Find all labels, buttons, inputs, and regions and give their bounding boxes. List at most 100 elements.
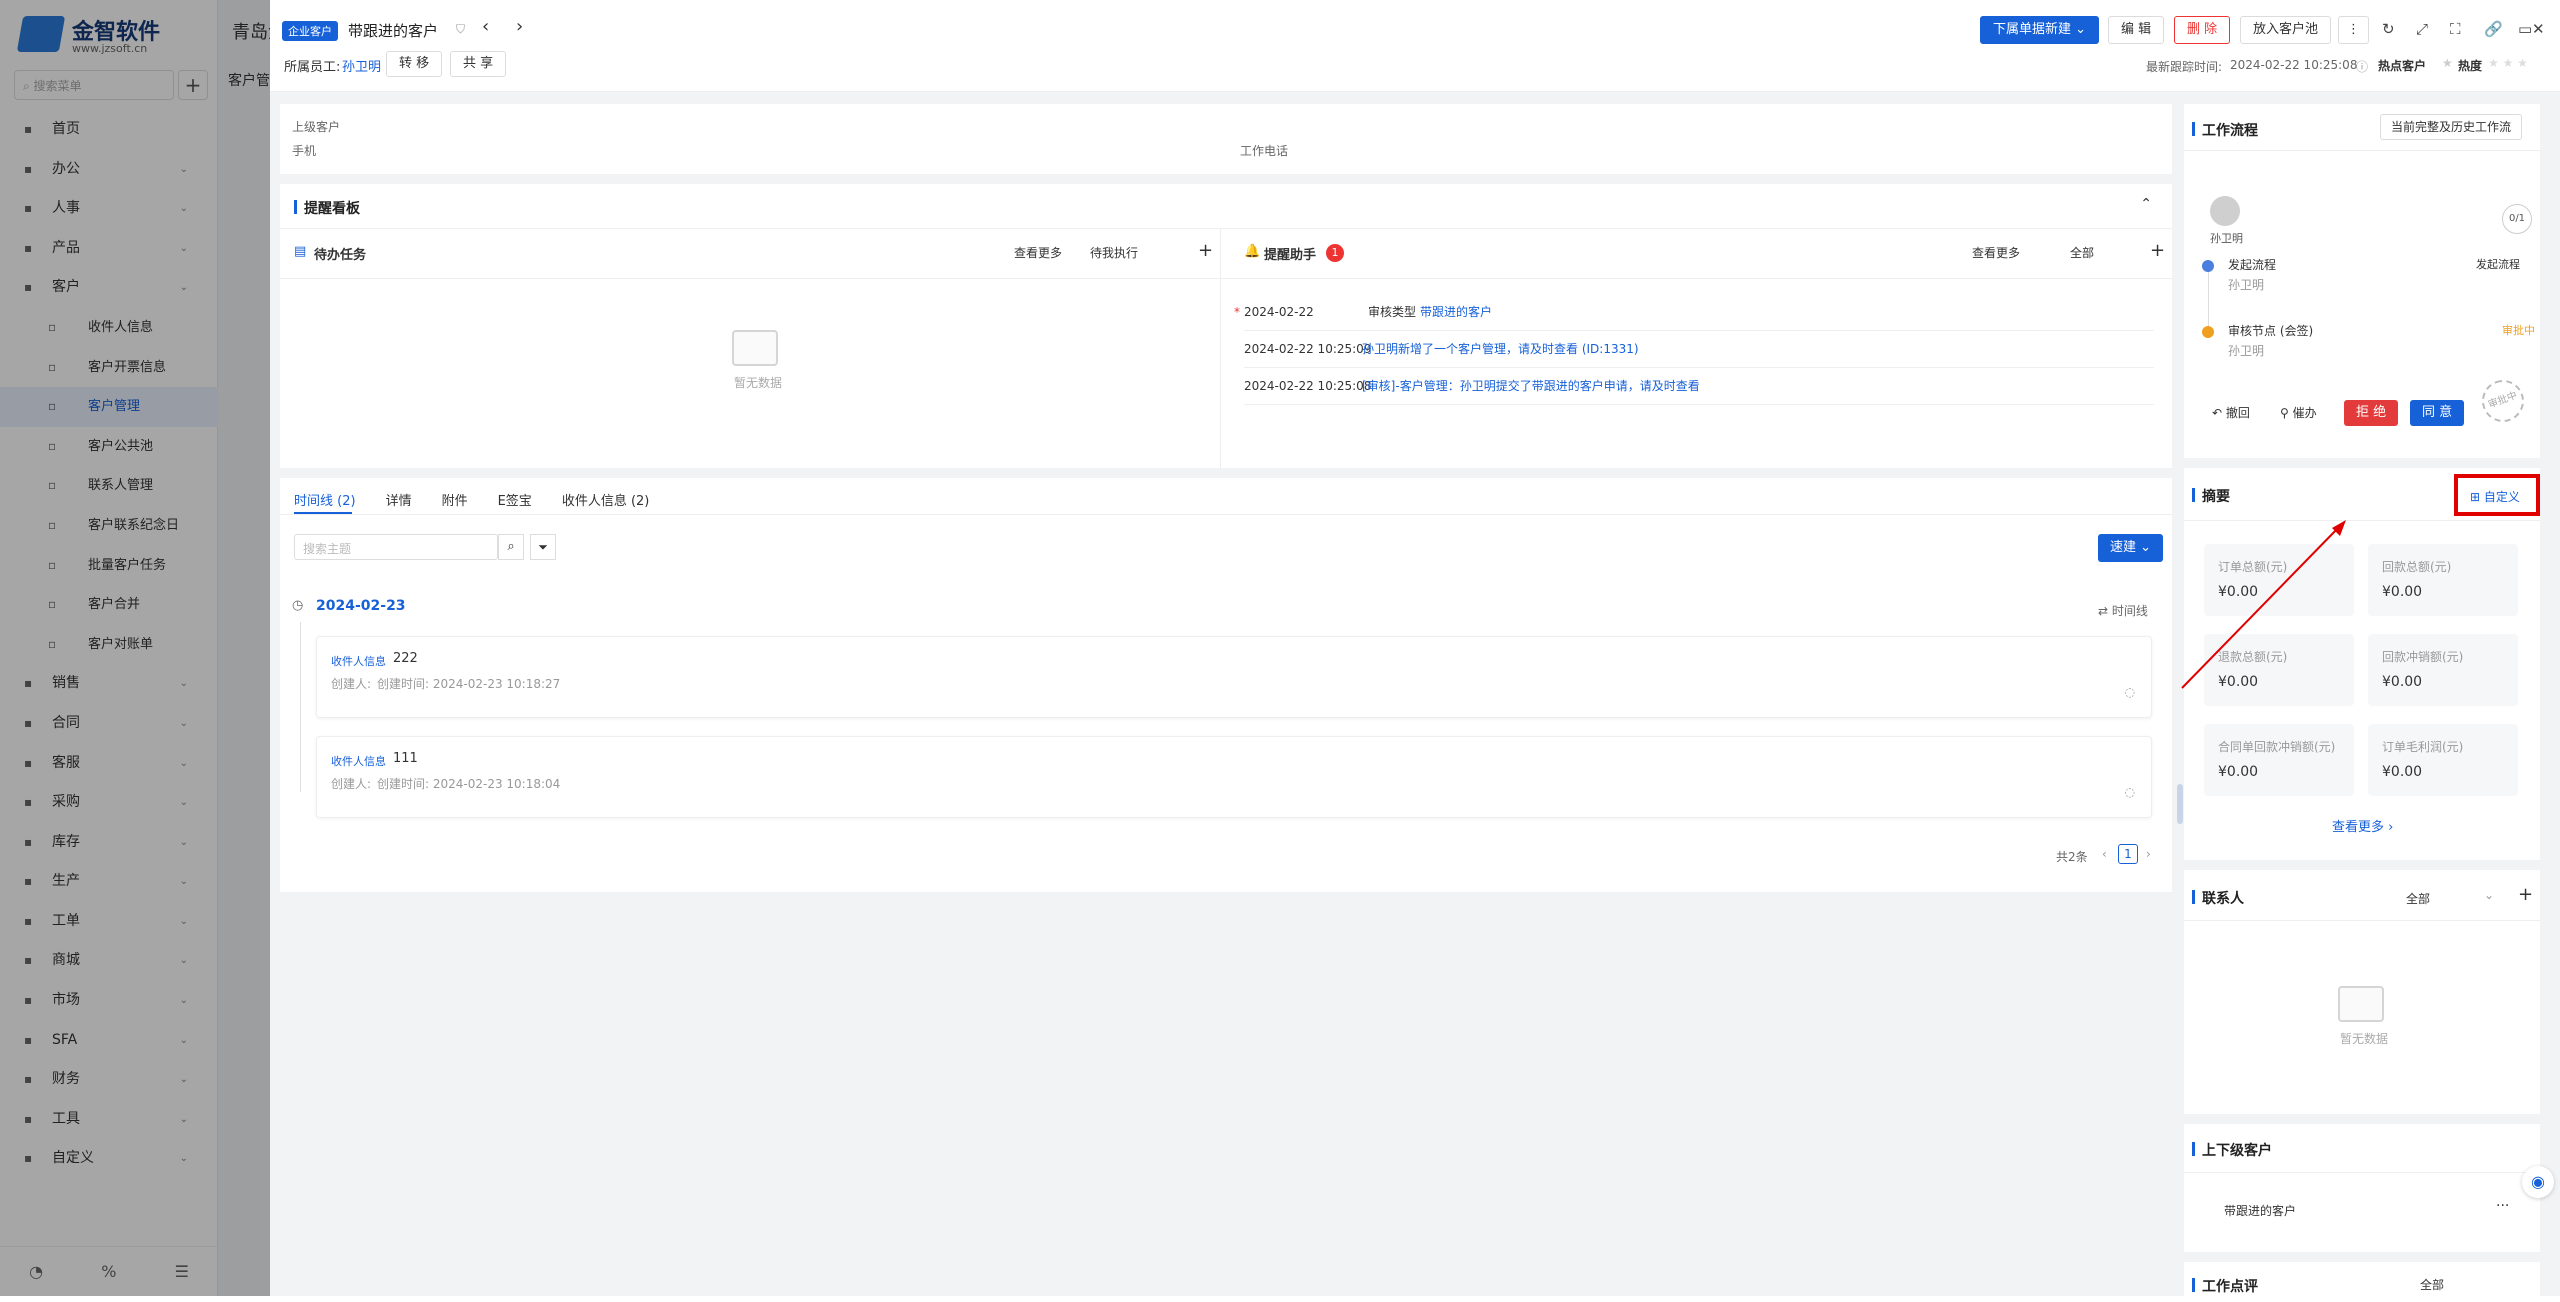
delete-button[interactable]: 删 除 [2174, 16, 2231, 44]
todo-add-icon[interactable]: + [1198, 240, 1213, 261]
basic-info-panel: 上级客户 手机 工作电话 [280, 104, 2172, 174]
chevron-down-icon: ⌄ [2075, 22, 2087, 37]
hierarchy-item[interactable]: 带跟进的客户 [2224, 1202, 2296, 1219]
timeline-entry[interactable]: 收件人信息 222 创建人: 创建时间: 2024-02-23 10:18:27… [316, 636, 2152, 718]
step2-status: 审批中 [2502, 324, 2535, 337]
assistant-item[interactable]: 2024-02-22 10:25:09 孙卫明新增了一个客户管理，请及时查看 (I… [1244, 331, 2154, 368]
hot-star-icon[interactable]: ★ [2442, 56, 2453, 70]
close-icon[interactable]: ✕ [2532, 20, 2545, 38]
highlight-box [2454, 474, 2540, 516]
minimize-icon[interactable]: ▭ [2518, 20, 2532, 38]
avatar [2210, 196, 2240, 226]
assistant-filter-select[interactable]: 全部 [2070, 244, 2094, 261]
timeline-search-input[interactable]: 搜索主题 [294, 534, 498, 560]
summary-box: 回款总额(元) ¥0.00 [2368, 544, 2518, 616]
tab[interactable]: 时间线 (2) [294, 494, 356, 509]
expand-icon[interactable]: ⛶ [2450, 20, 2461, 38]
assistant-prefix: 审核类型 [1368, 305, 1417, 319]
review-title: 工作点评 [2192, 1276, 2258, 1296]
comment-icon[interactable]: ◌ [2125, 785, 2135, 799]
workflow-history-button[interactable]: 当前完整及历史工作流 [2380, 114, 2523, 140]
transfer-button[interactable]: 转 移 [386, 51, 443, 77]
contacts-add-icon[interactable]: + [2518, 884, 2533, 905]
search-icon[interactable]: ⌕ [498, 534, 524, 560]
summary-value: ¥0.00 [2382, 584, 2423, 600]
approve-button[interactable]: 同 意 [2410, 400, 2465, 426]
new-sub-document-button[interactable]: 下属单据新建 ⌄ [1980, 16, 2100, 44]
owner-name[interactable]: 孙卫明 [342, 56, 381, 75]
review-filter-select[interactable]: 全部 [2420, 1276, 2444, 1293]
workflow-panel: 工作流程 当前完整及历史工作流 孙卫明 0/1 发起流程 孙卫明 发起流程 审核… [2184, 104, 2540, 458]
undo-icon: ↶ [2212, 406, 2226, 420]
owner-label: 所属员工: [284, 60, 341, 75]
more-icon[interactable]: ··· [2496, 1198, 2509, 1214]
summary-label: 回款总额(元) [2382, 560, 2452, 574]
assistant-text[interactable]: [审核]-客户管理：孙卫明提交了带跟进的客户申请，请及时查看 [1362, 368, 1700, 405]
bell-icon: 🔔 [1244, 244, 1261, 259]
chevron-down-icon[interactable]: ⌄ [2484, 888, 2494, 902]
filter-icon[interactable]: ⏷ [530, 534, 556, 560]
step-start-icon [2202, 260, 2214, 272]
work-phone-label: 工作电话 [1240, 144, 1289, 158]
todo-title: 待办任务 [314, 248, 367, 263]
next-page-icon[interactable]: › [2146, 847, 2151, 861]
contacts-filter-select[interactable]: 全部 [2406, 890, 2430, 907]
share-button[interactable]: 共 享 [450, 51, 507, 77]
assistant-more-link[interactable]: 查看更多 [1972, 244, 2020, 261]
todo-filter-select[interactable]: 待我执行 [1090, 244, 1138, 261]
contacts-panel: 联系人 全部 ⌄ + 暂无数据 [2184, 870, 2540, 1114]
last-follow-label: 最新跟踪时间: [2146, 60, 2223, 74]
prev-arrow-icon[interactable]: ‹ [482, 16, 489, 37]
summary-box: 合同单回款冲销额(元) ¥0.00 [2204, 724, 2354, 796]
page-number[interactable]: 1 [2118, 844, 2138, 864]
assistant-add-icon[interactable]: + [2150, 240, 2165, 261]
fullscreen-icon[interactable]: ⤢ [2416, 20, 2428, 38]
step1-user: 孙卫明 [2228, 278, 2265, 292]
next-arrow-icon[interactable]: › [516, 16, 523, 37]
review-panel: 工作点评 全部 [2184, 1262, 2540, 1302]
contacts-title: 联系人 [2192, 888, 2244, 908]
info-icon: ⓘ [2356, 60, 2369, 74]
entry-value: 111 [393, 751, 418, 766]
timeline-icon: ⇄ [2098, 604, 2112, 618]
summary-value: ¥0.00 [2382, 674, 2423, 690]
heat-label: 热度 [2458, 59, 2483, 73]
move-to-pool-button[interactable]: 放入客户池 [2240, 16, 2332, 44]
todo-more-link[interactable]: 查看更多 [1014, 244, 1062, 261]
more-icon[interactable]: ⋮ [2338, 16, 2369, 44]
resize-handle[interactable] [2177, 784, 2183, 824]
heat-stars[interactable]: ★ ★ ★ [2488, 56, 2528, 70]
tab[interactable]: 详情 [386, 494, 412, 509]
revoke-button[interactable]: ↶ 撤回 [2212, 404, 2250, 421]
assistant-badge: 1 [1326, 244, 1344, 262]
step2-user: 孙卫明 [2228, 344, 2265, 358]
shield-icon: ⛉ [456, 22, 466, 36]
tab[interactable]: E签宝 [498, 494, 532, 509]
link-icon[interactable]: 🔗 [2484, 20, 2503, 38]
assistant-text[interactable]: 孙卫明新增了一个客户管理，请及时查看 (ID:1331) [1362, 331, 1639, 368]
tab[interactable]: 附件 [442, 494, 468, 509]
assistant-item[interactable]: * 2024-02-22 审核类型 带跟进的客户 [1234, 294, 2154, 331]
timeline-date: 2024-02-23 [316, 598, 406, 614]
reject-button[interactable]: 拒 绝 [2344, 400, 2399, 426]
prev-page-icon[interactable]: ‹ [2102, 847, 2107, 861]
assistant-time: 2024-02-22 10:25:08 [1244, 379, 1372, 393]
timeline-entry[interactable]: 收件人信息 111 创建人: 创建时间: 2024-02-23 10:18:04… [316, 736, 2152, 818]
hot-customer-label: 热点客户 [2378, 59, 2427, 73]
assistant-float-icon[interactable]: ◉ [2522, 1166, 2554, 1198]
entry-type: 收件人信息 [331, 655, 386, 668]
refresh-icon[interactable]: ↻ [2382, 20, 2395, 38]
assistant-item[interactable]: 2024-02-22 10:25:08 [审核]-客户管理：孙卫明提交了带跟进的客… [1244, 368, 2154, 405]
tab[interactable]: 收件人信息 (2) [562, 494, 650, 509]
todo-empty-text: 暂无数据 [734, 376, 783, 390]
assistant-text[interactable]: 带跟进的客户 [1420, 294, 1492, 331]
quick-new-button[interactable]: 速建 ⌄ [2098, 534, 2164, 562]
avatar-name: 孙卫明 [2210, 232, 2243, 245]
urge-button[interactable]: ⚲ 催办 [2280, 404, 2317, 421]
timeline-view-toggle[interactable]: ⇄ 时间线 [2098, 602, 2148, 619]
annotation-arrow [2181, 520, 2346, 689]
collapse-icon[interactable]: ⌃ [2140, 196, 2152, 212]
comment-icon[interactable]: ◌ [2125, 685, 2135, 699]
edit-button[interactable]: 编 辑 [2108, 16, 2165, 44]
summary-more-link[interactable]: 查看更多 › [2332, 816, 2393, 835]
